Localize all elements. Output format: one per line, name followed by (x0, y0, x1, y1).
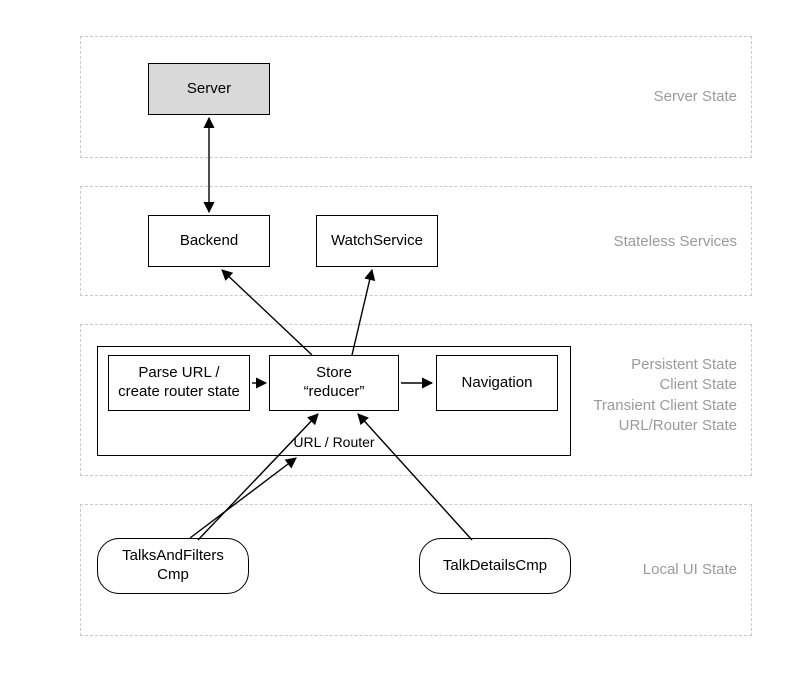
arrow-talks-router (190, 458, 296, 538)
arrow-talks-store (198, 414, 318, 540)
arrow-store-backend (222, 270, 312, 355)
arrow-store-watch (352, 270, 372, 355)
arrow-details-store (358, 414, 472, 540)
arrows (0, 0, 800, 680)
diagram-canvas: Server State Stateless Services Persiste… (0, 0, 800, 680)
